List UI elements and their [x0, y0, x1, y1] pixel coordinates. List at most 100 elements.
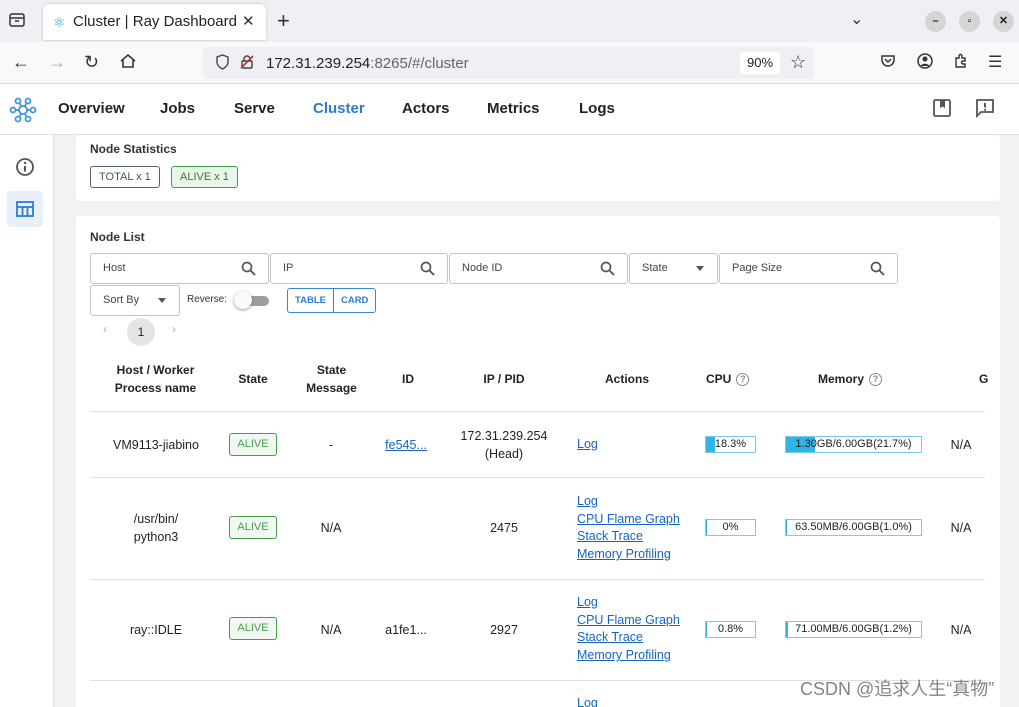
hamburger-menu-icon[interactable]: ☰	[988, 52, 1002, 72]
ip-pid-cell: 2927	[490, 623, 518, 637]
feedback-icon[interactable]	[975, 98, 995, 118]
col-actions: Actions	[604, 372, 649, 386]
actions-cell: Log CPU Flame Graph Stack Trace Memory P…	[577, 594, 680, 665]
log-link[interactable]: Log	[577, 594, 680, 612]
host-cell: ray::IDLE	[129, 623, 183, 637]
url-host: 172.31.239.254	[266, 55, 371, 72]
status-badge: ALIVE	[229, 617, 277, 640]
log-link[interactable]: Log	[577, 493, 680, 511]
field-label: Sort By	[103, 294, 140, 306]
memory-bar: 63.50MB/6.00GB(1.0%)	[785, 519, 922, 536]
home-icon[interactable]	[119, 52, 137, 75]
new-tab-icon[interactable]: +	[277, 8, 290, 34]
url-text[interactable]: 172.31.239.254:8265/#/cluster	[266, 55, 469, 72]
cpu-bar: 0.8%	[705, 621, 756, 638]
alive-chip[interactable]: ALIVE x 1	[171, 166, 238, 188]
host-filter-input[interactable]: Host	[90, 253, 269, 284]
forward-icon[interactable]: →	[48, 52, 66, 73]
panel-title: Node List	[90, 230, 145, 244]
nav-cluster[interactable]: Cluster	[313, 100, 365, 117]
nav-serve[interactable]: Serve	[234, 100, 275, 117]
cpu-text: 0%	[722, 521, 739, 533]
docs-book-icon[interactable]	[932, 98, 952, 118]
col-memory-label: Memory	[818, 372, 865, 386]
node-id-text[interactable]: fe545...	[385, 438, 427, 452]
maximize-icon[interactable]: ▫	[959, 11, 980, 32]
nav-overview[interactable]: Overview	[58, 100, 125, 117]
state-select[interactable]: State	[629, 253, 718, 284]
node-id-link[interactable]: fe545...	[381, 436, 431, 454]
memory-profiling-link[interactable]: Memory Profiling	[577, 546, 680, 564]
url-bar[interactable]: 172.31.239.254:8265/#/cluster 90% ☆	[203, 47, 814, 79]
insecure-lock-icon[interactable]	[239, 54, 255, 74]
close-tab-icon[interactable]: ✕	[242, 12, 255, 30]
stack-trace-link[interactable]: Stack Trace	[577, 528, 680, 546]
close-window-icon[interactable]: ✕	[993, 11, 1014, 32]
page-size-input[interactable]: Page Size	[719, 253, 898, 284]
prev-page-icon[interactable]: ‹	[103, 322, 107, 336]
divider	[90, 477, 985, 478]
nav-actors[interactable]: Actors	[402, 100, 450, 117]
sort-by-select[interactable]: Sort By	[90, 285, 180, 316]
minimize-icon[interactable]: –	[925, 11, 946, 32]
card-view-button[interactable]: CARD	[332, 289, 375, 312]
view-toggle-group: TABLE CARD	[287, 288, 377, 313]
divider	[90, 411, 985, 412]
nav-metrics[interactable]: Metrics	[487, 100, 540, 117]
ip-filter-input[interactable]: IP	[270, 253, 448, 284]
node-list-panel: Node List Host IP Node ID State Page Siz…	[76, 216, 1000, 707]
tab-list-icon[interactable]	[8, 11, 28, 31]
panel-title: Node Statistics	[90, 142, 177, 156]
browser-tab[interactable]: ⚛ Cluster | Ray Dashboard ✕	[43, 4, 266, 40]
state-message-cell: N/A	[320, 521, 342, 535]
dropdown-caret-icon	[696, 266, 704, 271]
page-number[interactable]: 1	[127, 318, 155, 346]
actions-cell: Log	[577, 695, 598, 707]
help-icon[interactable]: ?	[869, 373, 883, 387]
memory-bar: 71.00MB/6.00GB(1.2%)	[785, 621, 922, 638]
status-badge: ALIVE	[229, 433, 277, 456]
node-id-filter-input[interactable]: Node ID	[449, 253, 628, 284]
search-icon[interactable]	[870, 261, 885, 276]
side-rail	[0, 135, 54, 707]
help-icon[interactable]: ?	[736, 373, 750, 387]
table-view-icon[interactable]	[7, 191, 43, 227]
search-icon[interactable]	[600, 261, 615, 276]
search-icon[interactable]	[420, 261, 435, 276]
shield-icon[interactable]	[215, 54, 230, 74]
account-icon[interactable]	[916, 52, 934, 75]
back-icon[interactable]: ←	[12, 52, 30, 73]
field-label: IP	[283, 262, 294, 274]
info-icon[interactable]	[7, 149, 43, 185]
next-page-icon[interactable]: ›	[172, 322, 176, 336]
chevron-down-icon[interactable]: ⌄	[850, 9, 863, 29]
log-link[interactable]: Log	[577, 436, 598, 454]
total-chip[interactable]: TOTAL x 1	[90, 166, 160, 188]
memory-profiling-link[interactable]: Memory Profiling	[577, 647, 680, 665]
table-view-button[interactable]: TABLE	[288, 289, 333, 312]
reload-icon[interactable]: ↻	[84, 52, 99, 73]
field-label: State	[642, 262, 668, 274]
nav-logs[interactable]: Logs	[579, 100, 615, 117]
bookmark-star-icon[interactable]: ☆	[790, 52, 806, 73]
log-link[interactable]: Log	[577, 695, 598, 707]
host-cell: /usr/bin/ python3	[133, 512, 179, 544]
dropdown-caret-icon	[158, 298, 166, 303]
node-id-cell[interactable]: a1fe1...	[376, 621, 436, 639]
stack-trace-link[interactable]: Stack Trace	[577, 629, 680, 647]
cpu-flame-graph-link[interactable]: CPU Flame Graph	[577, 612, 680, 630]
ray-logo-icon[interactable]	[9, 96, 37, 124]
gpu-cell: N/A	[950, 623, 972, 637]
col-host: Host / Worker Process name	[114, 363, 197, 395]
zoom-level[interactable]: 90%	[740, 52, 780, 74]
extensions-icon[interactable]	[952, 52, 970, 75]
status-badge: ALIVE	[229, 516, 277, 539]
cpu-flame-graph-link[interactable]: CPU Flame Graph	[577, 511, 680, 529]
reverse-toggle[interactable]	[234, 291, 252, 309]
search-icon[interactable]	[241, 261, 256, 276]
pocket-icon[interactable]	[879, 52, 897, 75]
url-path: :8265/#/cluster	[370, 55, 469, 72]
watermark: CSDN @追求人生“真物”	[800, 679, 995, 699]
gpu-cell: N/A	[950, 521, 972, 535]
nav-jobs[interactable]: Jobs	[160, 100, 195, 117]
